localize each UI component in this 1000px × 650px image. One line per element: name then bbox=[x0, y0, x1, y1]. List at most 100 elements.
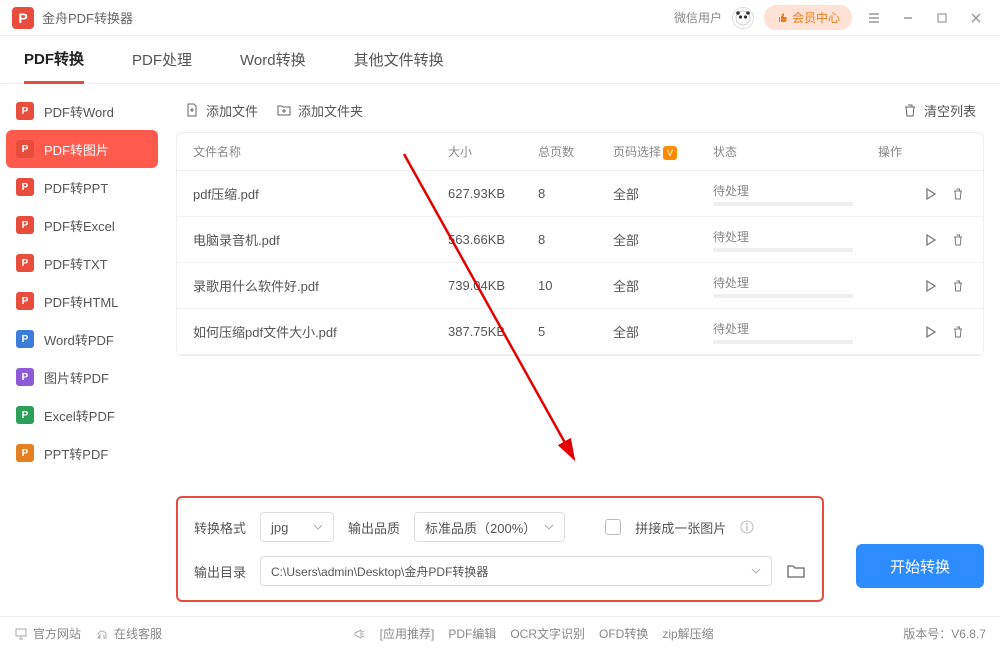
cell-range[interactable]: 全部 bbox=[613, 276, 713, 295]
quality-select[interactable]: 标准品质（200%） bbox=[414, 512, 565, 542]
tab-other-convert[interactable]: 其他文件转换 bbox=[354, 37, 444, 82]
sidebar-item-6[interactable]: PWord转PDF bbox=[0, 320, 164, 358]
cell-pages: 8 bbox=[538, 186, 613, 201]
wechat-user-label: 微信用户 bbox=[674, 9, 722, 26]
sidebar-item-5[interactable]: PPDF转HTML bbox=[0, 282, 164, 320]
add-folder-button[interactable]: 添加文件夹 bbox=[276, 101, 363, 120]
tab-pdf-process[interactable]: PDF处理 bbox=[132, 37, 192, 82]
merge-checkbox[interactable] bbox=[605, 519, 621, 535]
sidebar-item-4[interactable]: PPDF转TXT bbox=[0, 244, 164, 282]
cell-name: pdf压缩.pdf bbox=[193, 184, 448, 203]
footer-link-1[interactable]: PDF编辑 bbox=[448, 625, 496, 642]
table-row: 如何压缩pdf文件大小.pdf 387.75KB 5 全部 待处理 bbox=[177, 309, 983, 355]
col-name: 文件名称 bbox=[193, 143, 448, 160]
sidebar-item-2[interactable]: P PDF转PPT bbox=[0, 168, 164, 206]
file-toolbar: 添加文件 添加文件夹 清空列表 bbox=[176, 92, 984, 128]
delete-button[interactable] bbox=[949, 231, 967, 249]
version-label: 版本号：V6.8.7 bbox=[903, 625, 986, 642]
file-type-icon: P bbox=[16, 330, 34, 348]
file-type-icon: P bbox=[16, 140, 34, 158]
chevron-down-icon bbox=[313, 524, 323, 530]
table-row: pdf压缩.pdf 627.93KB 8 全部 待处理 bbox=[177, 171, 983, 217]
sidebar-item-8[interactable]: PExcel转PDF bbox=[0, 396, 164, 434]
quality-label: 输出品质 bbox=[348, 518, 400, 537]
play-button[interactable] bbox=[921, 185, 939, 203]
outdir-label: 输出目录 bbox=[194, 562, 246, 581]
format-select[interactable]: jpg bbox=[260, 512, 334, 542]
cell-range[interactable]: 全部 bbox=[613, 322, 713, 341]
footer-link-0[interactable]: [应用推荐] bbox=[380, 625, 435, 642]
cell-status: 待处理 bbox=[713, 182, 878, 206]
tab-word-convert[interactable]: Word转换 bbox=[240, 37, 306, 82]
folder-icon bbox=[786, 563, 806, 579]
customer-service-link[interactable]: 在线客服 bbox=[95, 625, 162, 642]
play-button[interactable] bbox=[921, 323, 939, 341]
sidebar-item-label: PDF转Word bbox=[44, 102, 114, 121]
file-type-icon: P bbox=[16, 368, 34, 386]
delete-button[interactable] bbox=[949, 185, 967, 203]
sidebar-item-label: PPT转PDF bbox=[44, 444, 108, 463]
vip-center-button[interactable]: 会员中心 bbox=[764, 5, 852, 30]
sidebar-item-3[interactable]: PPDF转Excel bbox=[0, 206, 164, 244]
sidebar-item-label: PDF转图片 bbox=[44, 140, 109, 159]
main-panel: 添加文件 添加文件夹 清空列表 文件名称 大小 总页数 页码选择V 状态 操作 bbox=[164, 84, 1000, 614]
sidebar-item-label: PDF转PPT bbox=[44, 178, 108, 197]
file-plus-icon bbox=[184, 102, 200, 118]
cell-range[interactable]: 全部 bbox=[613, 230, 713, 249]
maximize-button[interactable] bbox=[930, 6, 954, 30]
merge-label: 拼接成一张图片 bbox=[635, 518, 726, 537]
sidebar-item-1[interactable]: P PDF转图片 bbox=[6, 130, 158, 168]
sidebar-item-9[interactable]: P PPT转PDF bbox=[0, 434, 164, 472]
menu-icon bbox=[867, 11, 881, 25]
panda-icon bbox=[735, 10, 751, 26]
thumbs-up-icon bbox=[776, 12, 788, 24]
file-type-icon: P bbox=[16, 444, 34, 462]
table-row: 电脑录音机.pdf 563.66KB 8 全部 待处理 bbox=[177, 217, 983, 263]
file-type-icon: P bbox=[16, 102, 34, 120]
tab-pdf-convert[interactable]: PDF转换 bbox=[24, 36, 84, 84]
cell-pages: 10 bbox=[538, 278, 613, 293]
file-type-icon: P bbox=[16, 292, 34, 310]
cell-size: 563.66KB bbox=[448, 232, 538, 247]
trash-icon bbox=[951, 325, 965, 339]
footer-link-4[interactable]: zip解压缩 bbox=[662, 625, 713, 642]
cell-size: 739.04KB bbox=[448, 278, 538, 293]
sidebar-item-label: PDF转TXT bbox=[44, 254, 108, 273]
cell-range[interactable]: 全部 bbox=[613, 184, 713, 203]
info-icon[interactable] bbox=[740, 520, 754, 534]
col-size: 大小 bbox=[448, 143, 538, 160]
menu-button[interactable] bbox=[862, 6, 886, 30]
cell-status: 待处理 bbox=[713, 228, 878, 252]
sidebar-item-label: PDF转Excel bbox=[44, 216, 115, 235]
outdir-input[interactable]: C:\Users\admin\Desktop\金舟PDF转换器 bbox=[260, 556, 772, 586]
main-tabs: PDF转换 PDF处理 Word转换 其他文件转换 bbox=[0, 36, 1000, 84]
official-site-link[interactable]: 官方网站 bbox=[14, 625, 81, 642]
cell-name: 如何压缩pdf文件大小.pdf bbox=[193, 322, 448, 341]
file-type-icon: P bbox=[16, 178, 34, 196]
avatar[interactable] bbox=[732, 7, 754, 29]
cell-name: 电脑录音机.pdf bbox=[193, 230, 448, 249]
cell-size: 627.93KB bbox=[448, 186, 538, 201]
trash-icon bbox=[951, 279, 965, 293]
sidebar-item-0[interactable]: P PDF转Word bbox=[0, 92, 164, 130]
cell-status: 待处理 bbox=[713, 320, 878, 344]
minimize-button[interactable] bbox=[896, 6, 920, 30]
add-file-button[interactable]: 添加文件 bbox=[184, 101, 258, 120]
col-status: 状态 bbox=[713, 143, 878, 160]
close-button[interactable] bbox=[964, 6, 988, 30]
file-type-icon: P bbox=[16, 406, 34, 424]
sidebar-item-7[interactable]: P图片转PDF bbox=[0, 358, 164, 396]
footer: 官方网站 在线客服 [应用推荐] PDF编辑 OCR文字识别 OFD转换 zip… bbox=[0, 616, 1000, 650]
delete-button[interactable] bbox=[949, 323, 967, 341]
play-button[interactable] bbox=[921, 231, 939, 249]
footer-link-3[interactable]: OFD转换 bbox=[599, 625, 648, 642]
start-convert-button[interactable]: 开始转换 bbox=[856, 544, 984, 588]
play-icon bbox=[923, 187, 937, 201]
app-logo: P bbox=[12, 7, 34, 29]
clear-list-button[interactable]: 清空列表 bbox=[902, 101, 976, 120]
browse-folder-button[interactable] bbox=[786, 563, 806, 579]
delete-button[interactable] bbox=[949, 277, 967, 295]
footer-link-2[interactable]: OCR文字识别 bbox=[510, 625, 585, 642]
play-button[interactable] bbox=[921, 277, 939, 295]
play-icon bbox=[923, 279, 937, 293]
